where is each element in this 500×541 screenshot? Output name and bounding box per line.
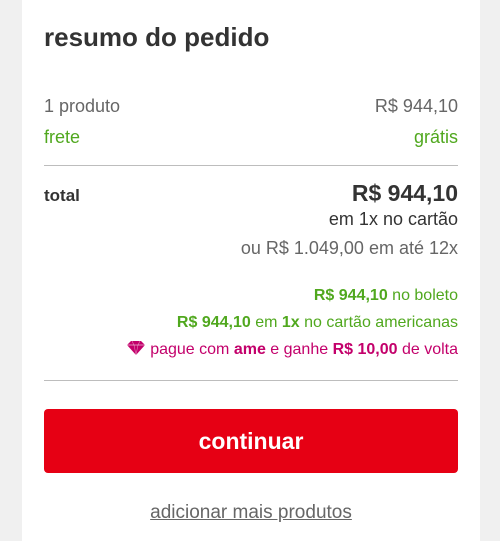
boleto-promo: R$ 944,10 no boleto	[44, 287, 458, 305]
total-value: R$ 944,10	[351, 180, 458, 206]
boleto-text: no boleto	[387, 287, 458, 304]
installment-option: ou R$ 1.049,00 em até 12x	[240, 238, 458, 258]
items-row: 1 produto R$ 944,10	[44, 96, 458, 117]
total-label: total	[44, 186, 80, 205]
ame-promo: pague com ame e ganhe R$ 10,00 de volta	[44, 340, 458, 361]
card-promo: R$ 944,10 em 1x no cartão americanas	[44, 314, 458, 332]
ame-cashback: R$ 10,00	[332, 341, 398, 358]
divider-top	[44, 165, 458, 166]
shipping-label: frete	[44, 127, 81, 147]
items-subtotal: R$ 944,10	[374, 96, 458, 116]
add-more-products-link[interactable]: adicionar mais produtos	[44, 502, 458, 524]
items-count-label: 1 produto	[44, 96, 121, 116]
card-text: no cartão americanas	[299, 314, 458, 331]
card-price: R$ 944,10	[176, 314, 251, 331]
shipping-value: grátis	[413, 127, 458, 147]
shipping-row: frete grátis	[44, 127, 458, 148]
diamond-heart-icon	[126, 340, 146, 361]
order-summary-title: resumo do pedido	[44, 22, 270, 52]
divider-bottom	[44, 380, 458, 381]
ame-brand: ame	[233, 341, 266, 358]
ame-post: de volta	[397, 341, 458, 358]
continue-button[interactable]: continuar	[44, 409, 458, 473]
total-row: total R$ 944,10	[44, 180, 458, 207]
ame-pre: pague com	[150, 341, 234, 358]
boleto-price: R$ 944,10	[313, 287, 388, 304]
order-summary-card: resumo do pedido 1 produto R$ 944,10 fre…	[22, 0, 480, 541]
total-condition: em 1x no cartão	[328, 209, 458, 229]
card-times: 1x	[281, 314, 300, 331]
card-mid: em	[250, 314, 282, 331]
ame-mid: e ganhe	[265, 341, 333, 358]
